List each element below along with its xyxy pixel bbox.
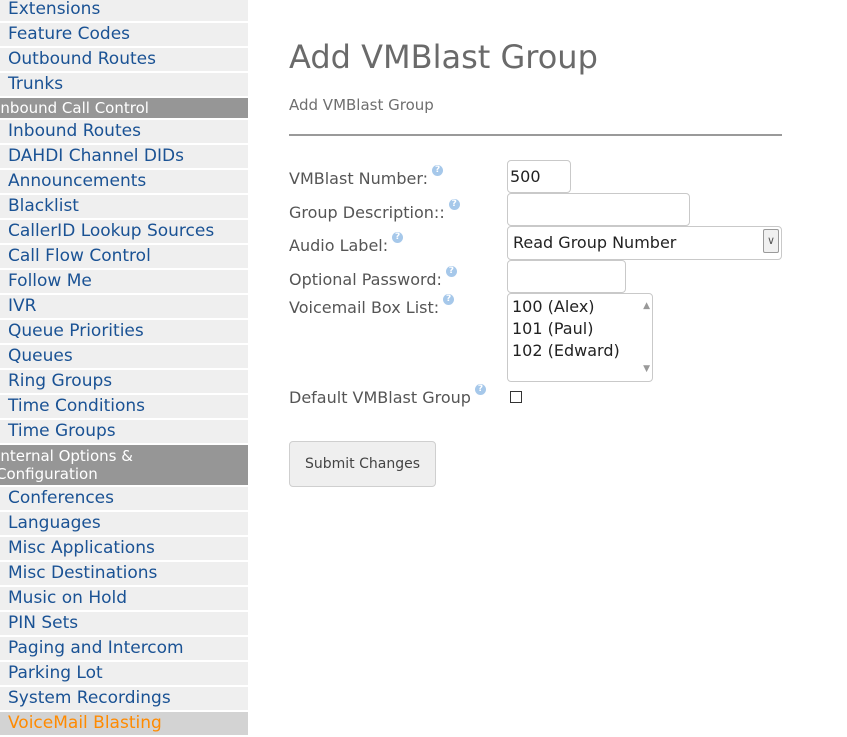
sidebar-item-conferences[interactable]: Conferences	[0, 487, 248, 510]
audio-label-label: Audio Label:?	[289, 232, 404, 255]
default-vmblast-group-label: Default VMBlast Group?	[289, 384, 486, 407]
vmblast-number-label: VMBlast Number:?	[289, 165, 444, 188]
sidebar-item-dahdi-channel-dids[interactable]: DAHDI Channel DIDs	[0, 145, 248, 168]
sidebar-item-misc-destinations[interactable]: Misc Destinations	[0, 562, 248, 585]
sidebar-item-queue-priorities[interactable]: Queue Priorities	[0, 320, 248, 343]
sidebar-item-ring-groups[interactable]: Ring Groups	[0, 370, 248, 393]
sidebar-item-inbound-routes[interactable]: Inbound Routes	[0, 120, 248, 143]
help-icon[interactable]: ?	[392, 232, 404, 243]
sidebar-item-system-recordings[interactable]: System Recordings	[0, 687, 248, 710]
sidebar-item-languages[interactable]: Languages	[0, 512, 248, 535]
sidebar-item-callerid-lookup-sources[interactable]: CallerID Lookup Sources	[0, 220, 248, 243]
sidebar-item-call-flow-control[interactable]: Call Flow Control	[0, 245, 248, 268]
sidebar-item-feature-codes[interactable]: Feature Codes	[0, 23, 248, 46]
sidebar-item-ivr[interactable]: IVR	[0, 295, 248, 318]
optional-password-input[interactable]	[507, 260, 626, 293]
help-icon[interactable]: ?	[474, 384, 486, 395]
sidebar-item-queues[interactable]: Queues	[0, 345, 248, 368]
sidebar-item-announcements[interactable]: Announcements	[0, 170, 248, 193]
sidebar-item-extensions[interactable]: Extensions	[0, 0, 248, 21]
voicemail-box-list-label: Voicemail Box List:?	[289, 294, 455, 317]
voicemail-option[interactable]: 100 (Alex)	[512, 296, 652, 318]
optional-password-label: Optional Password:?	[289, 266, 457, 289]
sidebar-item-blacklist[interactable]: Blacklist	[0, 195, 248, 218]
scroll-up-icon[interactable]: ▲	[643, 295, 650, 317]
chevron-down-icon[interactable]: ∨	[763, 229, 779, 253]
scroll-down-icon[interactable]: ▼	[643, 358, 650, 380]
audio-label-selected-value: Read Group Number	[513, 233, 677, 252]
sidebar-item-pin-sets[interactable]: PIN Sets	[0, 612, 248, 635]
nav-header-internal-options: Internal Options & Configuration	[0, 445, 248, 485]
sidebar-item-follow-me[interactable]: Follow Me	[0, 270, 248, 293]
sidebar-item-trunks[interactable]: Trunks	[0, 73, 248, 96]
help-icon[interactable]: ?	[448, 199, 460, 210]
voicemail-option[interactable]: 102 (Edward)	[512, 340, 652, 362]
submit-changes-button[interactable]: Submit Changes	[289, 441, 436, 487]
group-description-input[interactable]	[507, 193, 690, 226]
vmblast-number-input[interactable]: 500	[507, 160, 571, 193]
audio-label-select[interactable]: Read Group Number ∨	[507, 226, 782, 260]
sidebar: Extensions Feature Codes Outbound Routes Tr…	[0, 0, 248, 737]
sidebar-item-voicemail-blasting[interactable]: VoiceMail Blasting	[0, 712, 248, 735]
help-icon[interactable]: ?	[443, 294, 455, 305]
divider	[289, 134, 782, 136]
group-description-label: Group Description::?	[289, 199, 460, 222]
help-icon[interactable]: ?	[432, 165, 444, 176]
page-subtitle: Add VMBlast Group	[289, 96, 434, 114]
default-vmblast-group-checkbox[interactable]	[510, 391, 522, 403]
voicemail-box-list[interactable]: 100 (Alex) 101 (Paul) 102 (Edward) ▲ ▼	[507, 293, 653, 382]
sidebar-item-time-conditions[interactable]: Time Conditions	[0, 395, 248, 418]
sidebar-item-paging-and-intercom[interactable]: Paging and Intercom	[0, 637, 248, 660]
sidebar-item-time-groups[interactable]: Time Groups	[0, 420, 248, 443]
voicemail-option[interactable]: 101 (Paul)	[512, 318, 652, 340]
help-icon[interactable]: ?	[445, 266, 457, 277]
page-title: Add VMBlast Group	[289, 38, 598, 76]
sidebar-item-music-on-hold[interactable]: Music on Hold	[0, 587, 248, 610]
sidebar-item-misc-applications[interactable]: Misc Applications	[0, 537, 248, 560]
sidebar-item-parking-lot[interactable]: Parking Lot	[0, 662, 248, 685]
sidebar-item-outbound-routes[interactable]: Outbound Routes	[0, 48, 248, 71]
nav-header-inbound-call-control: Inbound Call Control	[0, 98, 248, 118]
